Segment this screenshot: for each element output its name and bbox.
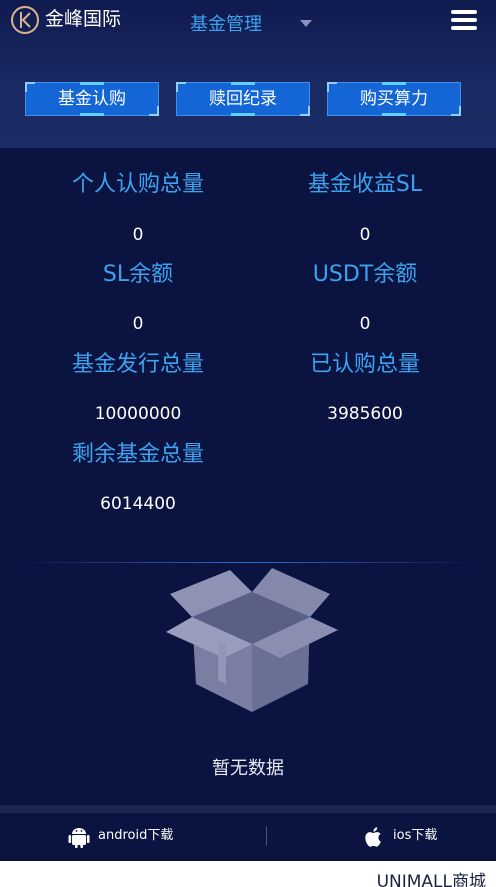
- tab-label: 赎回纪录: [209, 89, 277, 109]
- download-footer: android下载 ios下载: [0, 813, 496, 861]
- stat-label-fund-income-sl: 基金收益SL: [307, 172, 423, 197]
- stat-label-usdt-balance: USDT余额: [312, 262, 418, 287]
- ios-download-label: ios下载: [393, 828, 438, 843]
- stat-value-remaining-fund: 6014400: [100, 494, 176, 514]
- stat-value-subscribed-total: 3985600: [327, 404, 403, 424]
- android-download-label: android下载: [98, 828, 174, 843]
- brand-name: 金峰国际: [45, 8, 122, 30]
- chevron-down-icon[interactable]: [300, 20, 312, 27]
- stat-label-sl-balance: SL余额: [102, 262, 174, 287]
- stat-value-fund-income-sl: 0: [359, 225, 371, 245]
- android-icon: [68, 828, 90, 848]
- top-header: 金峰国际 基金管理 基金认购 赎回纪录 购买算力: [0, 0, 496, 148]
- stat-label-remaining-fund: 剩余基金总量: [71, 442, 204, 467]
- bottom-strip: UNIMALL商城: [0, 861, 496, 887]
- tab-fund-subscribe[interactable]: 基金认购: [25, 82, 159, 116]
- footer-separator: [0, 805, 496, 813]
- stat-value-fund-issued: 10000000: [94, 404, 182, 424]
- open-box-icon: [166, 568, 338, 712]
- stat-label-subscribed-total: 已认购总量: [309, 352, 420, 377]
- stat-value-sl-balance: 0: [132, 314, 144, 334]
- mall-link[interactable]: UNIMALL商城: [377, 871, 486, 887]
- tab-redeem-records[interactable]: 赎回纪录: [176, 82, 310, 116]
- tab-label: 基金认购: [58, 89, 126, 109]
- brand-logo-icon[interactable]: [10, 5, 40, 35]
- hamburger-menu-icon[interactable]: [451, 10, 477, 32]
- stat-value-usdt-balance: 0: [359, 314, 371, 334]
- stat-value-personal-subscribed: 0: [132, 225, 144, 245]
- tab-buy-hashpower[interactable]: 购买算力: [327, 82, 461, 116]
- apple-icon: [365, 827, 381, 847]
- empty-state-text: 暂无数据: [212, 758, 284, 779]
- stat-label-fund-issued: 基金发行总量: [71, 352, 204, 377]
- footer-divider: [266, 826, 267, 846]
- tab-label: 购买算力: [360, 89, 428, 109]
- stat-label-personal-subscribed: 个人认购总量: [71, 172, 204, 197]
- section-select[interactable]: 基金管理: [190, 12, 262, 38]
